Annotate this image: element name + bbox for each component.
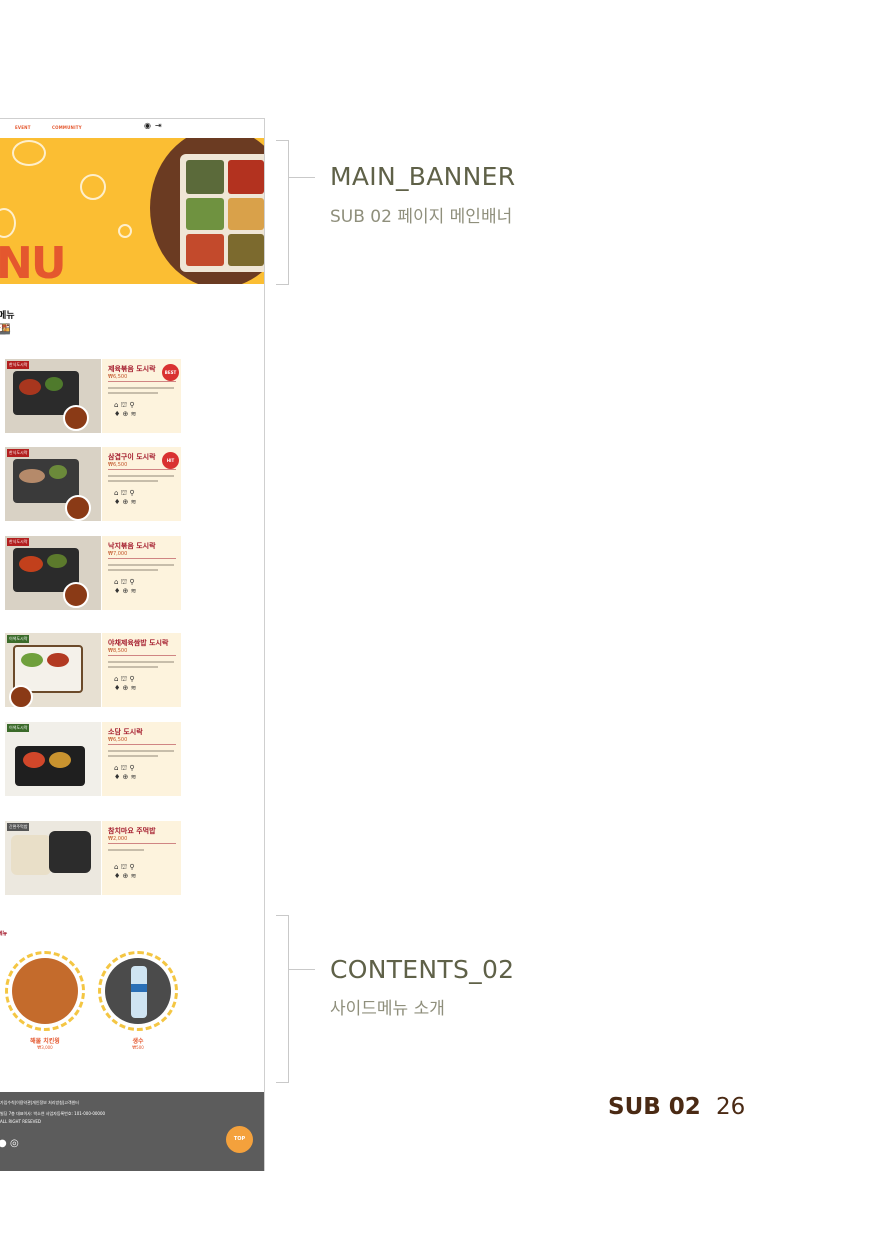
menu-tag: 이색도시락 [7, 635, 30, 643]
menu-price: ₩7,000 [108, 551, 128, 557]
footer-links[interactable]: 가입수칙|이용약관|개인정보 처리방침|고객센터 [0, 1100, 79, 1106]
menu-tag: 이색도시락 [7, 724, 30, 732]
menu-card[interactable]: 한식도시락 낙지볶음 도시락 ₩7,000 ⌂ ⛫ ⚲ ♦ ⊕ ≋ [5, 536, 181, 610]
menu-price: ₩6,500 [108, 462, 128, 468]
menu-card[interactable]: 한식도시락 삼겹구이 도시락 HIT ₩6,500 ⌂ ⛫ ⚲ ♦ ⊕ ≋ [5, 447, 181, 521]
menu-photo [5, 447, 101, 521]
nutrition-icons: ⌂ ⛫ ⚲ ♦ ⊕ ≋ [114, 489, 137, 506]
menu-name: 소담 도시락 [108, 728, 143, 736]
nutrition-icons: ⌂ ⛫ ⚲ ♦ ⊕ ≋ [114, 401, 137, 418]
main-banner-bracket [276, 140, 289, 285]
plate-icon [0, 208, 16, 238]
menu-tag: 간편주먹밥 [7, 823, 30, 831]
side-menu-title: 메뉴 [0, 931, 8, 937]
nutrition-icons: ⌂ ⛫ ⚲ ♦ ⊕ ≋ [114, 675, 137, 692]
menu-info: 낙지볶음 도시락 ₩7,000 ⌂ ⛫ ⚲ ♦ ⊕ ≋ [102, 536, 181, 610]
menu-price: ₩6,500 [108, 737, 128, 743]
menu-card[interactable]: 이색도시락 소담 도시락 ₩6,500 ⌂ ⛫ ⚲ ♦ ⊕ ≋ [5, 722, 181, 796]
menu-name: 삼겹구이 도시락 [108, 453, 156, 461]
contents-bracket [276, 915, 289, 1083]
menu-card[interactable]: 간편주먹밥 참치마요 주먹밥 ₩2,000 ⌂ ⛫ ⚲ ♦ ⊕ ≋ [5, 821, 181, 895]
menu-section-title: 메뉴 [0, 311, 15, 321]
pan-icon [80, 174, 106, 200]
kakao-icon[interactable]: ● [0, 1138, 7, 1149]
side-item-price: ₩500 [132, 1045, 144, 1050]
food-emoji-icon: 🍱 [0, 322, 11, 336]
footer-company-info: 빌딩 7층 대표이사: 박소연 사업자등록번호: 101-000-00000 [0, 1111, 106, 1116]
site-footer: 가입수칙|이용약관|개인정보 처리방침|고객센터 빌딩 7층 대표이사: 박소연… [0, 1092, 264, 1171]
menu-price: ₩2,000 [108, 836, 128, 842]
contents-connector [289, 969, 315, 970]
menu-card[interactable]: 한식도시락 제육볶음 도시락 BEST ₩6,500 ⌂ ⛫ ⚲ ♦ ⊕ ≋ [5, 359, 181, 433]
side-item-water[interactable] [98, 951, 178, 1031]
top-button[interactable]: TOP [226, 1126, 253, 1153]
contents-annotation-title: CONTENTS_02 [330, 955, 515, 984]
contents-annotation-sub: 사이드메뉴 소개 [330, 999, 445, 1019]
menu-info: 참치마요 주먹밥 ₩2,000 ⌂ ⛫ ⚲ ♦ ⊕ ≋ [102, 821, 181, 895]
side-item-chicken[interactable] [5, 951, 85, 1031]
menu-badge: HIT [162, 452, 179, 469]
menu-info: 소담 도시락 ₩6,500 ⌂ ⛫ ⚲ ♦ ⊕ ≋ [102, 722, 181, 796]
menu-photo [5, 536, 101, 610]
menu-price: ₩8,500 [108, 648, 128, 654]
menu-photo [5, 633, 101, 707]
nutrition-icons: ⌂ ⛫ ⚲ ♦ ⊕ ≋ [114, 578, 137, 595]
nav-community-link[interactable]: COMMUNITY [52, 125, 82, 130]
banner-lunchbox [180, 154, 264, 272]
ladle-icon [118, 224, 132, 238]
menu-info: 제육볶음 도시락 BEST ₩6,500 ⌂ ⛫ ⚲ ♦ ⊕ ≋ [102, 359, 181, 433]
main-banner-connector [289, 177, 315, 178]
login-icon[interactable]: ⇥ [155, 121, 162, 130]
footer-copyright: ALL RIGHT RESEVED [0, 1119, 41, 1124]
menu-name: 제육볶음 도시락 [108, 365, 156, 373]
top-nav: EVENT COMMUNITY ◉ ⇥ [0, 119, 264, 137]
menu-tag: 한식도시락 [7, 361, 30, 369]
menu-photo [5, 821, 101, 895]
instagram-icon[interactable]: ◎ [10, 1138, 19, 1149]
menu-photo [5, 359, 101, 433]
menu-name: 낙지볶음 도시락 [108, 542, 156, 550]
nutrition-icons: ⌂ ⛫ ⚲ ♦ ⊕ ≋ [114, 764, 137, 781]
menu-photo [5, 722, 101, 796]
menu-badge: BEST [162, 364, 179, 381]
nutrition-icons: ⌂ ⛫ ⚲ ♦ ⊕ ≋ [114, 863, 137, 880]
menu-info: 야채제육쌈밥 도시락 ₩8,500 ⌂ ⛫ ⚲ ♦ ⊕ ≋ [102, 633, 181, 707]
menu-card[interactable]: 이색도시락 야채제육쌈밥 도시락 ₩8,500 ⌂ ⛫ ⚲ ♦ ⊕ ≋ [5, 633, 181, 707]
banner-title: NU [0, 238, 67, 284]
nav-event-link[interactable]: EVENT [15, 125, 31, 130]
site-preview: EVENT COMMUNITY ◉ ⇥ NU 메뉴 🍱 한식도시락 [0, 118, 265, 1171]
main-banner: NU [0, 138, 264, 284]
menu-tag: 한식도시락 [7, 449, 30, 457]
menu-tag: 한식도시락 [7, 538, 30, 546]
side-item-name: 생수 [132, 1038, 144, 1045]
menu-info: 삼겹구이 도시락 HIT ₩6,500 ⌂ ⛫ ⚲ ♦ ⊕ ≋ [102, 447, 181, 521]
main-banner-annotation-sub: SUB 02 페이지 메인배너 [330, 207, 513, 227]
menu-name: 참치마요 주먹밥 [108, 827, 156, 835]
user-icon[interactable]: ◉ [144, 121, 151, 130]
page-section-label: SUB 02 [608, 1094, 701, 1120]
side-item-price: ₩3,000 [37, 1045, 53, 1050]
menu-name: 야채제육쌈밥 도시락 [108, 639, 169, 647]
page-number: 26 [716, 1094, 746, 1120]
side-item-name: 해물 치킨윙 [30, 1038, 60, 1045]
main-banner-annotation-title: MAIN_BANNER [330, 162, 516, 191]
menu-price: ₩6,500 [108, 374, 128, 380]
pot-icon [12, 140, 46, 166]
